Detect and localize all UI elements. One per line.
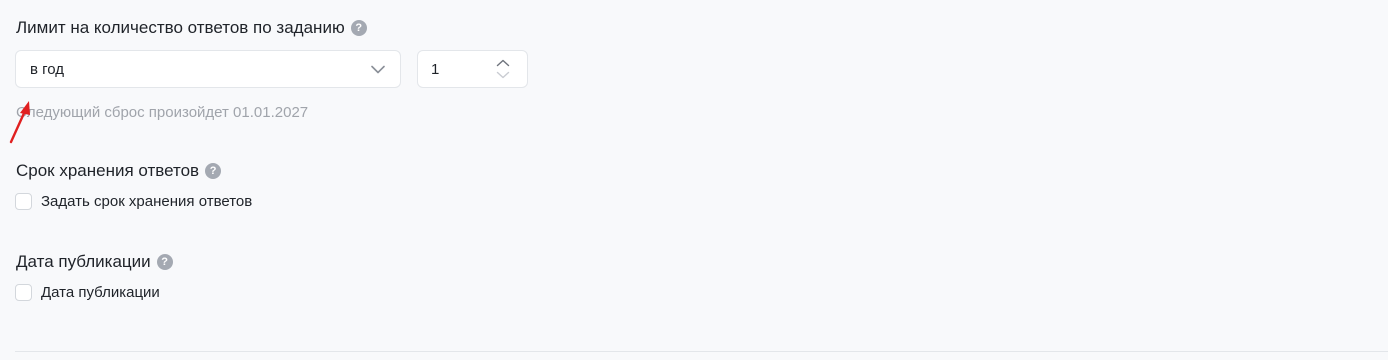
publication-date-checkbox-row[interactable]: Дата публикации — [15, 284, 160, 301]
answer-limit-title-text: Лимит на количество ответов по заданию — [16, 18, 345, 37]
publication-date-title-text: Дата публикации — [16, 252, 151, 271]
help-icon[interactable]: ? — [350, 20, 367, 36]
help-icon[interactable]: ? — [205, 163, 222, 179]
chevron-down-icon[interactable] — [495, 69, 511, 81]
publication-date-checkbox[interactable] — [15, 284, 32, 301]
publication-date-checkbox-label: Дата публикации — [41, 284, 160, 301]
retention-title-text: Срок хранения ответов — [16, 161, 200, 180]
period-select[interactable]: в год — [15, 50, 401, 88]
publication-date-title: Дата публикации ? — [16, 252, 173, 272]
divider — [15, 351, 1388, 352]
retention-title: Срок хранения ответов ? — [16, 161, 222, 181]
answer-count-value: 1 — [431, 60, 440, 78]
chevron-up-icon[interactable] — [495, 57, 511, 69]
next-reset-hint: Следующий сброс произойдет 01.01.2027 — [16, 104, 309, 121]
retention-checkbox-row[interactable]: Задать срок хранения ответов — [15, 193, 252, 210]
help-icon[interactable]: ? — [156, 254, 173, 270]
retention-checkbox-label: Задать срок хранения ответов — [41, 193, 253, 210]
chevron-down-icon — [370, 61, 386, 77]
answer-limit-title: Лимит на количество ответов по заданию ? — [16, 18, 367, 38]
retention-checkbox[interactable] — [15, 193, 32, 210]
period-select-value: в год — [30, 60, 65, 78]
quantity-stepper[interactable] — [491, 51, 515, 87]
answer-count-input[interactable]: 1 — [417, 50, 528, 88]
